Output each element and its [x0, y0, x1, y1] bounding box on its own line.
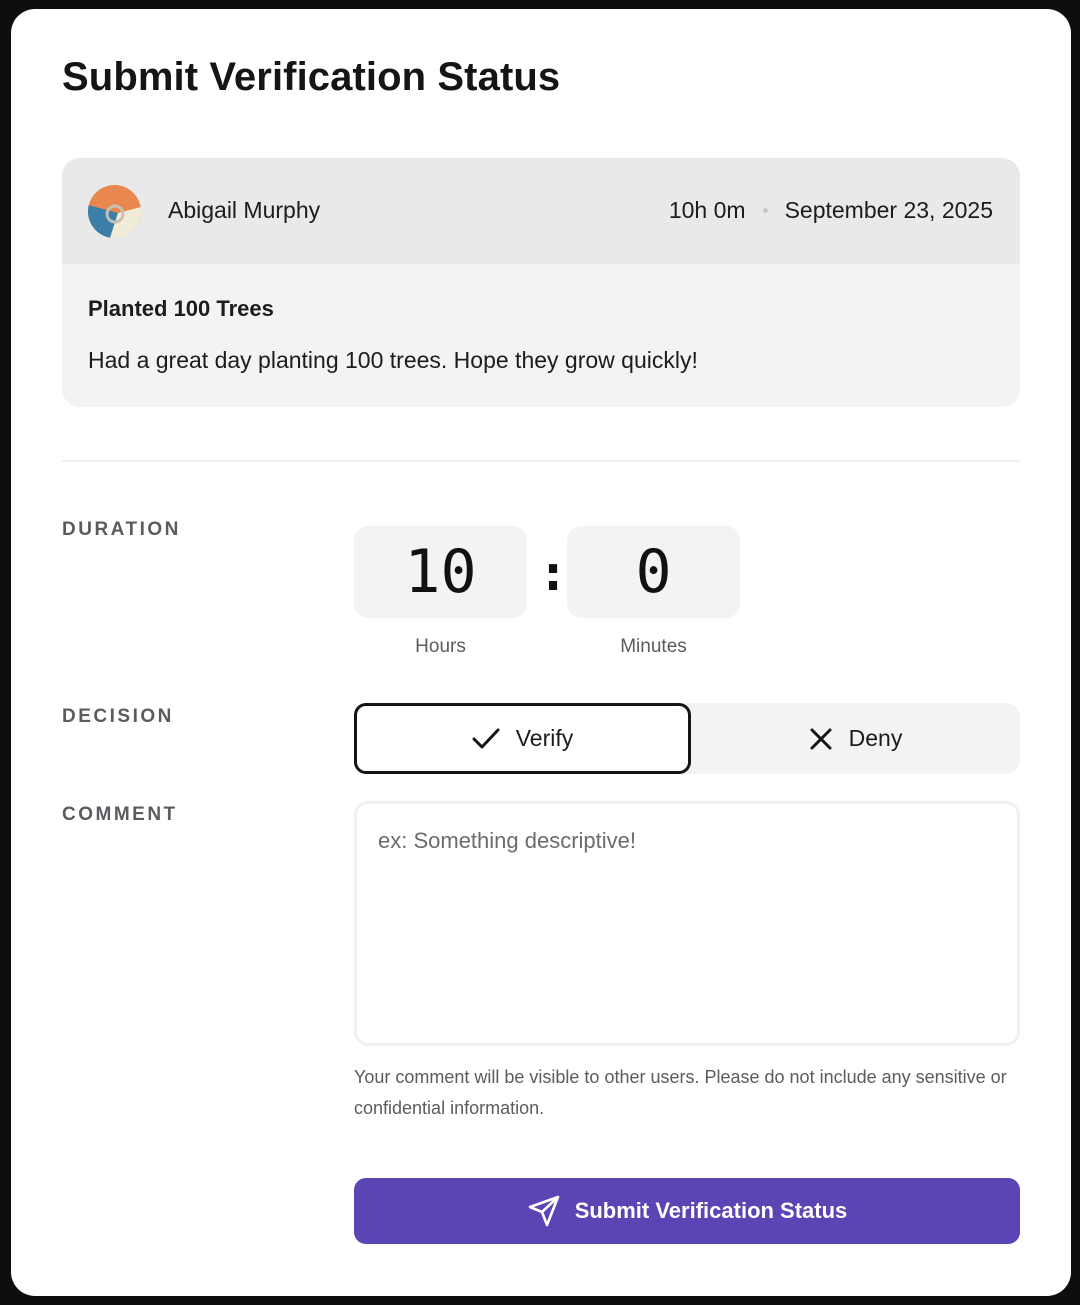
verify-button[interactable]: Verify — [354, 703, 691, 774]
close-icon — [810, 728, 832, 749]
section-divider — [62, 460, 1020, 462]
submission-title: Planted 100 Trees — [88, 296, 274, 321]
hours-caption: Hours — [415, 636, 466, 657]
submission-date: September 23, 2025 — [784, 197, 993, 223]
comment-hint: Your comment will be visible to other us… — [354, 1067, 1007, 1118]
comment-textarea[interactable] — [354, 801, 1020, 1046]
meta-separator-dot — [762, 208, 768, 213]
decision-toggle: Verify Deny — [354, 703, 1020, 774]
avatar-abstract-icon — [88, 185, 141, 238]
verification-modal: Submit Verification Status Abigail Murph… — [11, 9, 1071, 1296]
author-name: Abigail Murphy — [168, 197, 321, 223]
comment-label: COMMENT — [62, 804, 178, 825]
deny-label: Deny — [848, 725, 903, 751]
submission-card: Abigail Murphy 10h 0m September 23, 2025… — [62, 158, 1020, 407]
checkmark-icon — [472, 728, 500, 748]
deny-button[interactable]: Deny — [691, 703, 1020, 774]
verify-label: Verify — [515, 725, 574, 751]
submission-meta: 10h 0m September 23, 2025 — [669, 197, 993, 224]
submission-duration: 10h 0m — [668, 197, 746, 223]
hours-input[interactable]: 10 — [354, 526, 527, 618]
minutes-input[interactable]: 0 — [567, 526, 740, 618]
minutes-caption: Minutes — [620, 636, 687, 657]
duration-label: DURATION — [62, 519, 181, 540]
send-icon — [528, 1195, 559, 1227]
submit-verification-button[interactable]: Submit Verification Status — [354, 1178, 1020, 1244]
time-separator: : — [538, 544, 569, 602]
submission-card-header: Abigail Murphy 10h 0m September 23, 2025 — [62, 158, 1020, 264]
decision-label: DECISION — [62, 706, 174, 727]
submission-description: Had a great day planting 100 trees. Hope… — [88, 347, 698, 373]
modal-title: Submit Verification Status — [62, 55, 561, 99]
submit-label: Submit Verification Status — [574, 1198, 848, 1223]
